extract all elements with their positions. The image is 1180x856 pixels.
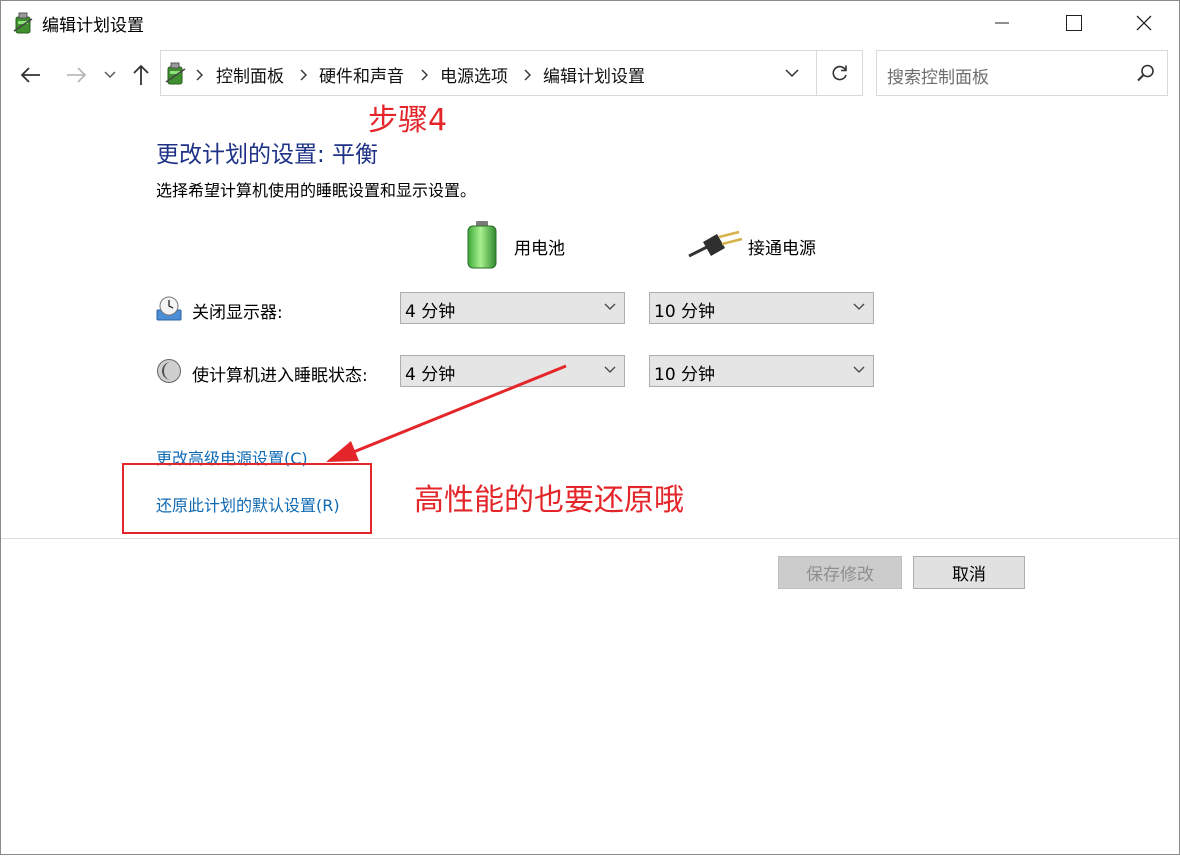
plugged-in-column-label: 接通电源	[748, 239, 816, 259]
turn-off-display-label: 关闭显示器:	[192, 303, 283, 323]
battery-icon	[465, 220, 499, 274]
chevron-right-icon	[196, 66, 204, 85]
title-bar: 编辑计划设置	[1, 1, 1179, 45]
footer-divider	[1, 538, 1179, 539]
power-options-icon	[12, 11, 34, 35]
display-battery-value: 4 分钟	[405, 302, 456, 322]
breadcrumb-control-panel[interactable]: 控制面板	[216, 62, 284, 87]
close-button[interactable]	[1109, 1, 1179, 45]
breadcrumb-hardware-sound[interactable]: 硬件和声音	[319, 62, 404, 87]
chevron-down-icon	[853, 303, 865, 310]
breadcrumb-power-options[interactable]: 电源选项	[440, 62, 508, 87]
address-history-dropdown[interactable]	[773, 51, 811, 95]
power-plug-icon	[687, 228, 743, 264]
sleep-battery-value: 4 分钟	[405, 365, 456, 385]
highlight-box	[122, 463, 372, 534]
sleep-label: 使计算机进入睡眠状态:	[192, 366, 368, 386]
search-icon[interactable]	[1136, 63, 1156, 87]
chevron-right-icon[interactable]	[524, 66, 532, 85]
chevron-right-icon[interactable]	[300, 66, 308, 85]
forward-button[interactable]	[62, 61, 90, 89]
back-button[interactable]	[17, 61, 45, 89]
display-plugged-value: 10 分钟	[654, 302, 716, 322]
display-plugged-select[interactable]: 10 分钟	[649, 292, 874, 324]
chevron-down-icon	[604, 366, 616, 373]
sleep-battery-select[interactable]: 4 分钟	[400, 355, 625, 387]
sleep-moon-icon	[156, 358, 182, 388]
control-panel-icon	[163, 60, 187, 86]
battery-column-label: 用电池	[514, 239, 565, 259]
cancel-button[interactable]: 取消	[913, 556, 1025, 589]
chevron-down-icon	[604, 303, 616, 310]
sleep-plugged-select[interactable]: 10 分钟	[649, 355, 874, 387]
search-input[interactable]: 搜索控制面板	[887, 63, 989, 88]
sleep-plugged-value: 10 分钟	[654, 365, 716, 385]
breadcrumb-edit-plan[interactable]: 编辑计划设置	[543, 62, 645, 87]
window-title: 编辑计划设置	[42, 16, 144, 36]
display-off-icon	[156, 295, 182, 325]
recent-locations-dropdown[interactable]	[97, 61, 123, 89]
refresh-button[interactable]	[816, 51, 863, 95]
maximize-button[interactable]	[1039, 1, 1109, 45]
chevron-right-icon[interactable]	[421, 66, 429, 85]
chevron-down-icon	[853, 366, 865, 373]
page-description: 选择希望计算机使用的睡眠设置和显示设置。	[156, 181, 477, 200]
display-battery-select[interactable]: 4 分钟	[400, 292, 625, 324]
save-changes-button[interactable]: 保存修改	[778, 556, 902, 589]
minimize-button[interactable]	[967, 1, 1037, 45]
page-title: 更改计划的设置: 平衡	[156, 142, 379, 168]
window: 编辑计划设置 控制面板 硬件和声音 电源选项 编辑计划设置 搜索控制面板 步骤4…	[0, 0, 1180, 855]
up-button[interactable]	[127, 61, 155, 89]
annotation-arrow	[326, 364, 567, 462]
step-annotation: 步骤4	[368, 103, 448, 138]
note-annotation: 高性能的也要还原哦	[414, 483, 684, 518]
